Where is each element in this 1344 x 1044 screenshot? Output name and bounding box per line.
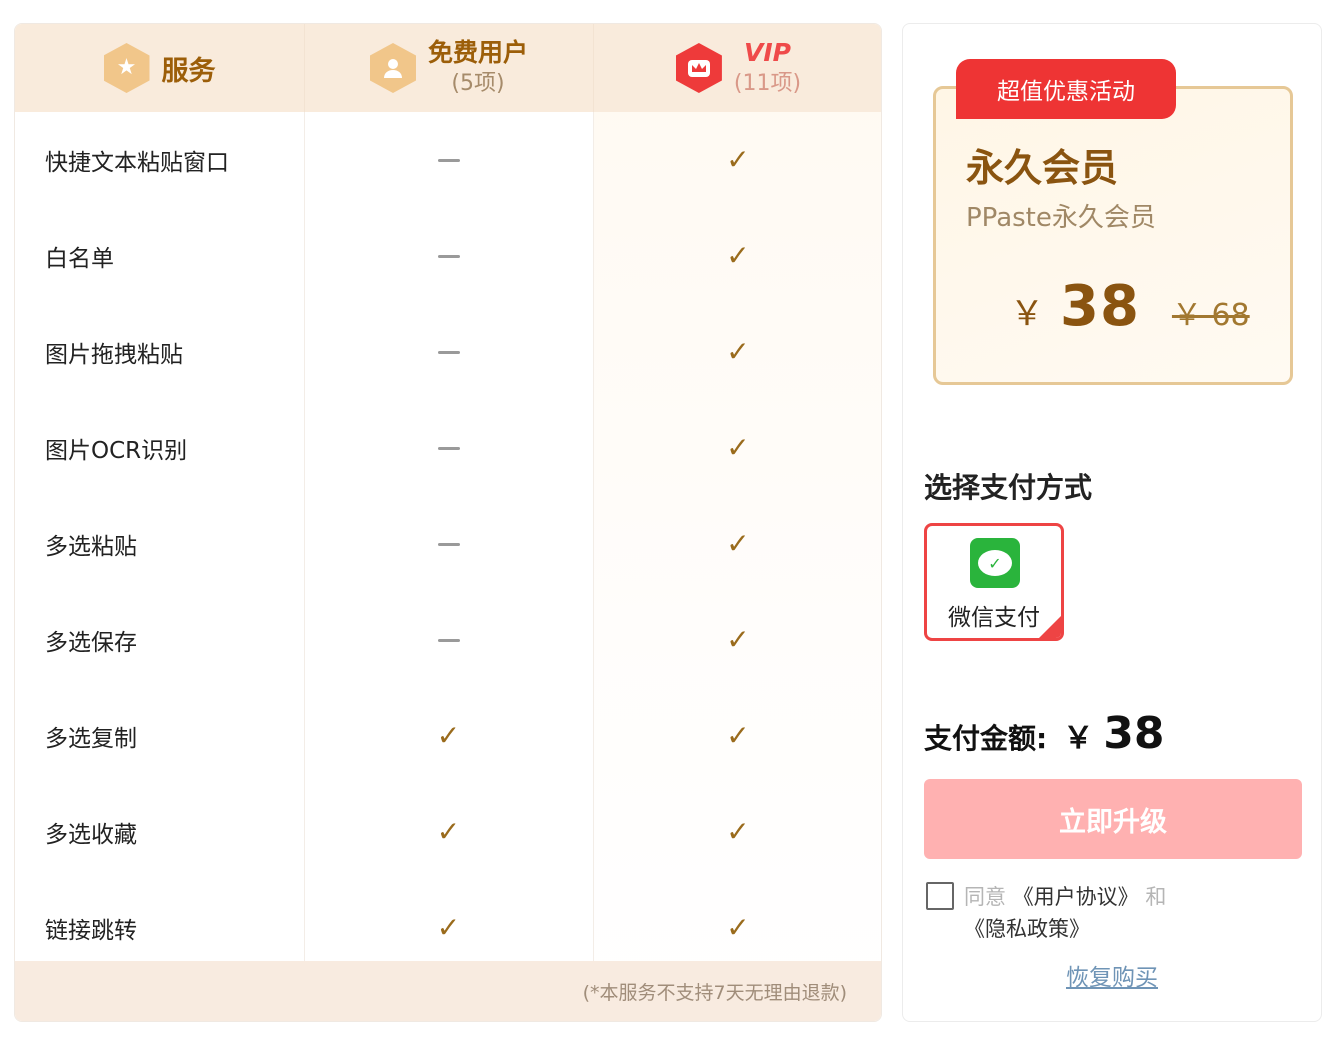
promo-price: ￥ 38 ￥ 68 — [1010, 274, 1250, 339]
vip-availability-cell: ✓ — [593, 143, 881, 176]
restore-purchase-link[interactable]: 恢复购买 — [903, 958, 1321, 992]
dash-icon — [437, 638, 460, 642]
star-icon: ★ — [103, 43, 150, 93]
dash-icon — [437, 542, 460, 546]
crown-icon — [675, 43, 722, 93]
payment-method-title: 选择支付方式 — [924, 471, 1093, 504]
header-free-count: (5项) — [451, 71, 505, 96]
promo-title: 永久会员 — [966, 146, 1119, 190]
feature-name: 快捷文本粘贴窗口 — [45, 150, 229, 176]
vip-availability-cell: ✓ — [593, 623, 881, 656]
vip-availability-cell: ✓ — [593, 527, 881, 560]
table-row: 图片拖拽粘贴 ✓ — [15, 304, 881, 400]
check-icon: ✓ — [726, 239, 750, 272]
table-row: 多选粘贴 ✓ — [15, 496, 881, 592]
table-header: ★ 服务 免费用户 (5项) VIP (11项) — [15, 24, 881, 112]
table-row: 白名单 ✓ — [15, 208, 881, 304]
check-icon: ✓ — [726, 143, 750, 176]
dash-icon — [437, 350, 460, 354]
promo-subtitle: PPaste永久会员 — [966, 203, 1156, 233]
free-availability-cell — [304, 638, 593, 642]
vip-availability-cell: ✓ — [593, 719, 881, 752]
user-agreement-link[interactable]: 《用户协议》 — [1013, 885, 1139, 909]
check-icon: ✓ — [436, 815, 461, 848]
check-icon: ✓ — [726, 335, 750, 368]
free-availability-cell — [304, 158, 593, 162]
promo-card[interactable]: 超值优惠活动 永久会员 PPaste永久会员 ￥ 38 ￥ 68 — [933, 59, 1293, 385]
and-text: 和 — [1145, 885, 1167, 909]
table-row: 多选复制 ✓ ✓ — [15, 688, 881, 784]
wechat-pay-option[interactable]: ✓ 微信支付 — [924, 523, 1064, 641]
table-row: 图片OCR识别 ✓ — [15, 400, 881, 496]
vip-availability-cell: ✓ — [593, 335, 881, 368]
vip-availability-cell: ✓ — [593, 911, 881, 944]
free-availability-cell — [304, 446, 593, 450]
wechat-pay-icon: ✓ — [970, 538, 1020, 588]
dash-icon — [437, 446, 460, 450]
dash-icon — [437, 158, 460, 162]
table-row: 多选保存 ✓ — [15, 592, 881, 688]
free-availability-cell: ✓ — [304, 722, 593, 750]
vip-availability-cell: ✓ — [593, 431, 881, 464]
table-row: 快捷文本粘贴窗口 ✓ — [15, 112, 881, 208]
free-availability-cell: ✓ — [304, 818, 593, 846]
free-availability-cell — [304, 254, 593, 258]
check-icon: ✓ — [436, 911, 461, 944]
user-icon — [369, 43, 416, 93]
free-availability-cell — [304, 542, 593, 546]
feature-comparison-table: ★ 服务 免费用户 (5项) VIP (11项) 快捷文本粘贴窗口 ✓ 白名单 … — [14, 23, 882, 1022]
payment-amount-label: 支付金额: — [924, 722, 1048, 755]
check-icon: ✓ — [726, 431, 750, 464]
feature-name: 图片拖拽粘贴 — [45, 342, 183, 368]
selected-corner-mark — [1039, 616, 1061, 638]
purchase-panel: 超值优惠活动 永久会员 PPaste永久会员 ￥ 38 ￥ 68 选择支付方式 … — [902, 23, 1322, 1022]
header-free-label: 免费用户 — [427, 38, 528, 67]
agreement-checkbox[interactable] — [926, 882, 954, 910]
check-icon: ✓ — [726, 623, 750, 656]
vip-availability-cell: ✓ — [593, 239, 881, 272]
free-availability-cell: ✓ — [304, 914, 593, 942]
privacy-policy-link[interactable]: 《隐私政策》 — [964, 917, 1090, 941]
promo-original-price: ￥ 68 — [1171, 298, 1250, 333]
feature-name: 白名单 — [45, 246, 114, 272]
feature-name: 多选复制 — [45, 726, 137, 752]
check-icon: ✓ — [726, 719, 750, 752]
check-icon: ✓ — [726, 527, 750, 560]
payment-amount: 支付金额: ￥ 38 — [924, 708, 1164, 759]
payment-amount-value: 38 — [1103, 708, 1165, 759]
promo-price-value: 38 — [1060, 274, 1140, 339]
table-row: 多选收藏 ✓ ✓ — [15, 784, 881, 880]
check-icon: ✓ — [726, 815, 750, 848]
feature-name: 多选保存 — [45, 630, 137, 656]
header-vip: VIP (11项) — [593, 24, 881, 112]
header-service: ★ 服务 — [15, 24, 304, 112]
feature-name: 多选粘贴 — [45, 534, 137, 560]
promo-badge: 超值优惠活动 — [956, 59, 1176, 119]
check-icon: ✓ — [436, 719, 461, 752]
promo-currency: ￥ — [1010, 294, 1044, 334]
check-icon: ✓ — [726, 911, 750, 944]
feature-rows: 快捷文本粘贴窗口 ✓ 白名单 ✓ 图片拖拽粘贴 ✓ 图片OCR识别 ✓ 多选粘贴 ✓ 多选保存 ✓ 多选… — [15, 112, 881, 976]
agree-text: 同意 — [964, 885, 1006, 909]
feature-name: 图片OCR识别 — [45, 438, 188, 464]
header-vip-count: (11项) — [733, 71, 802, 96]
header-vip-label: VIP — [744, 38, 791, 67]
dash-icon — [437, 254, 460, 258]
refund-footnote: (*本服务不支持7天无理由退款) — [15, 961, 881, 1021]
header-free: 免费用户 (5项) — [304, 24, 593, 112]
free-availability-cell — [304, 350, 593, 354]
upgrade-button[interactable]: 立即升级 — [924, 779, 1302, 859]
payment-currency: ￥ — [1063, 721, 1094, 756]
vip-availability-cell: ✓ — [593, 815, 881, 848]
header-service-label: 服务 — [161, 55, 216, 87]
feature-name: 链接跳转 — [45, 918, 137, 944]
feature-name: 多选收藏 — [45, 822, 137, 848]
